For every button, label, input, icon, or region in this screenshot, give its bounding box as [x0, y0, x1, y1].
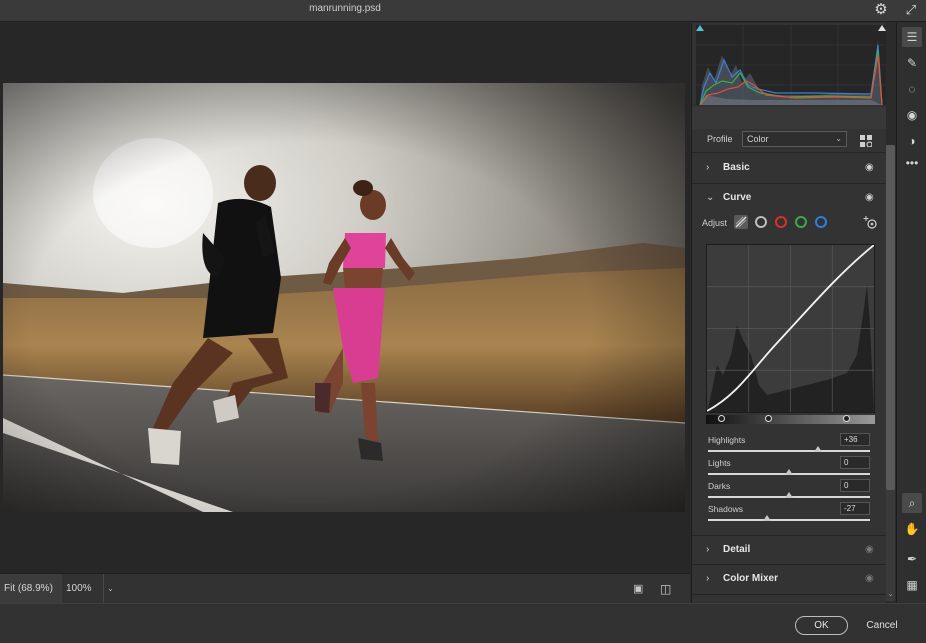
dialog-footer: OK Cancel — [0, 603, 926, 643]
highlight-clip-warning-icon[interactable] — [878, 25, 886, 31]
adjust-label: Adjust — [702, 218, 728, 228]
chevron-down-icon: ⌄ — [835, 134, 842, 143]
parametric-curve-icon[interactable] — [734, 215, 748, 229]
slider-label: Shadows — [708, 504, 743, 514]
slider-label: Lights — [708, 458, 731, 468]
tool-strip: ☰ ✎ ◌ ◉ ◑ ••• ⌕ ✋ ✒ ▦ — [896, 23, 926, 603]
hand-icon[interactable]: ✋ — [902, 519, 922, 539]
slider-shadows: Shadows -27 — [692, 502, 886, 525]
slider-highlights: Highlights +36 — [692, 433, 886, 456]
profile-label: Profile — [707, 134, 733, 144]
chevron-down-icon: ⌄ — [706, 192, 715, 203]
curve-adjust-row: Adjust — [692, 212, 886, 234]
slider-value-field[interactable]: +36 — [840, 433, 870, 446]
panel-curve[interactable]: ⌄ Curve ◉ — [692, 184, 886, 214]
zoom-icon[interactable]: ⌕ — [902, 493, 922, 513]
histogram-info-strip — [692, 107, 886, 129]
profile-row: Profile Color ⌄ — [692, 127, 886, 153]
masking-icon[interactable]: ◌ — [902, 79, 922, 99]
chevron-right-icon: › — [706, 544, 710, 555]
edit-panel: Profile Color ⌄ › Basic ◉ ⌄ Curve ◉ Adju… — [691, 23, 886, 603]
slider-thumb[interactable] — [814, 446, 823, 452]
slider-value-field[interactable]: 0 — [840, 456, 870, 469]
cancel-button[interactable]: Cancel — [862, 616, 902, 635]
slider-value-field[interactable]: -27 — [840, 502, 870, 515]
slider-thumb[interactable] — [785, 469, 793, 475]
highlights-split-handle[interactable] — [843, 415, 850, 422]
eye-icon[interactable]: ◉ — [865, 573, 877, 585]
targeted-adjustment-icon[interactable] — [863, 215, 877, 229]
scroll-down-icon[interactable]: ⌄ — [886, 591, 895, 599]
slider-thumb[interactable] — [763, 515, 772, 521]
image-canvas[interactable] — [0, 23, 690, 573]
shadows-split-handle[interactable] — [718, 415, 725, 422]
crop-view-icon[interactable]: ▣ — [633, 583, 645, 595]
panel-scrollbar-thumb[interactable] — [886, 145, 895, 490]
slider-lights: Lights 0 — [692, 456, 886, 479]
eye-icon[interactable]: ◉ — [865, 544, 877, 556]
zoom-dropdown-icon[interactable]: ⌄ — [103, 574, 117, 603]
more-icon[interactable]: ••• — [902, 153, 922, 173]
red-eye-icon[interactable]: ◉ — [902, 105, 922, 125]
gear-icon[interactable]: ⚙ — [873, 2, 889, 18]
chevron-right-icon: › — [706, 573, 710, 584]
green-channel-icon[interactable] — [795, 216, 807, 228]
fit-zoom-button[interactable]: Fit (68.9%) — [0, 574, 62, 603]
red-channel-icon[interactable] — [775, 216, 787, 228]
eye-icon[interactable]: ◉ — [865, 192, 877, 204]
midtones-split-handle[interactable] — [765, 415, 772, 422]
color-sampler-icon[interactable]: ✒ — [902, 549, 922, 569]
title-bar: manrunning.psd ⚙ ⤢ — [0, 0, 926, 22]
slider-darks: Darks 0 — [692, 479, 886, 502]
profile-value: Color — [747, 134, 769, 144]
slider-thumb[interactable] — [785, 492, 793, 498]
zoom-bar: Fit (68.9%) 100% ⌄ ▣ ◫ — [0, 573, 690, 603]
profile-select[interactable]: Color ⌄ — [742, 131, 847, 147]
slider-label: Highlights — [708, 435, 746, 445]
camera-raw-window: manrunning.psd ⚙ ⤢ Fit (68.9%) 100% ⌄ ▣ … — [0, 0, 926, 643]
profile-browser-icon[interactable] — [860, 134, 873, 148]
panel-basic[interactable]: › Basic ◉ — [692, 154, 886, 184]
presets-icon[interactable]: ◑ — [902, 131, 922, 151]
panel-basic-label: Basic — [723, 162, 750, 173]
expand-icon[interactable]: ⤢ — [903, 2, 919, 18]
window-title: manrunning.psd — [309, 3, 381, 14]
eye-icon[interactable]: ◉ — [865, 162, 877, 174]
edit-sliders-icon[interactable]: ☰ — [902, 27, 922, 47]
panel-color-mixer-label: Color Mixer — [723, 573, 779, 584]
tone-curve-editor[interactable] — [706, 244, 875, 413]
panel-detail-label: Detail — [723, 544, 751, 555]
panel-curve-label: Curve — [723, 192, 752, 203]
healing-icon[interactable]: ✎ — [902, 53, 922, 73]
zoom-100-button[interactable]: 100% — [66, 574, 104, 603]
before-after-icon[interactable]: ◫ — [660, 582, 674, 596]
histogram — [696, 25, 886, 106]
slider-label: Darks — [708, 481, 731, 491]
panel-color-mixer[interactable]: › Color Mixer ◉ — [692, 565, 886, 595]
point-curve-icon[interactable] — [755, 216, 767, 228]
slider-track[interactable] — [708, 450, 870, 452]
panel-detail[interactable]: › Detail ◉ — [692, 535, 886, 565]
ok-button[interactable]: OK — [795, 616, 848, 635]
slider-track[interactable] — [708, 519, 870, 521]
slider-value-field[interactable]: 0 — [840, 479, 870, 492]
chevron-right-icon: › — [706, 162, 710, 173]
grid-overlay-icon[interactable]: ▦ — [902, 575, 922, 595]
shadow-clip-warning-icon[interactable] — [696, 25, 704, 31]
photo-preview — [3, 83, 685, 512]
blue-channel-icon[interactable] — [815, 216, 827, 228]
